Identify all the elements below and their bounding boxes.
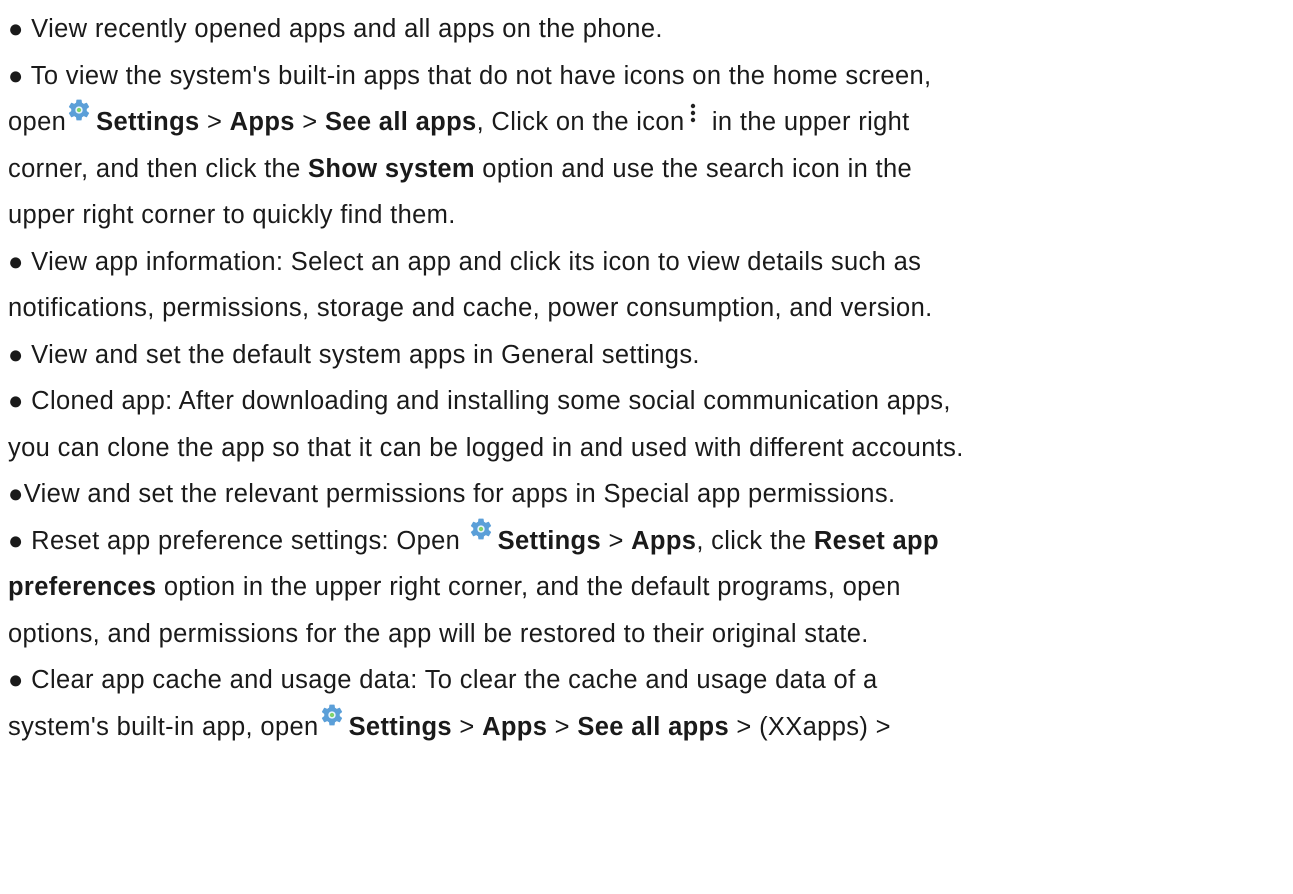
show-system-label: Show system (308, 154, 475, 183)
show-system-prefix: corner, and then click the (8, 154, 309, 183)
built-in-app-text: system's built-in app, open (8, 712, 319, 741)
settings-label: Settings (348, 712, 452, 741)
path-separator: > (451, 712, 483, 741)
settings-label: Settings (96, 108, 200, 136)
app-info-details-line: notifications, permissions, storage and … (8, 294, 933, 322)
bullet-app-info: ● View app information: Select an app an… (8, 247, 922, 276)
see-all-apps-label: See all apps (577, 712, 729, 741)
find-them-line: upper right corner to quickly find them. (8, 201, 456, 229)
settings-gear-icon (319, 702, 345, 728)
bullet-system-apps: ● To view the system's built-in apps tha… (8, 61, 932, 90)
reset-app-label: Reset app (813, 526, 939, 555)
system-apps-path-line: open Settings > Apps > See all apps, Clic… (8, 99, 1288, 146)
reset-restored-line: options, and permissions for the app wil… (8, 619, 869, 648)
apps-label: Apps (482, 712, 548, 741)
bullet-default-apps: ● View and set the default system apps i… (8, 340, 700, 369)
clear-cache-path-line: system's built-in app, open Settings > Ap… (8, 704, 1288, 751)
settings-gear-icon (468, 516, 494, 542)
preferences-label: preferences (8, 573, 157, 601)
cloned-app-details-line: you can clone the app so that it can be … (8, 433, 964, 462)
show-system-suffix: option and use the search icon in the (474, 154, 913, 183)
bullet-recent-apps: ● View recently opened apps and all apps… (8, 15, 663, 43)
apps-label: Apps (631, 526, 697, 555)
bullet-reset-preferences: ● Reset app preference settings: Open Se… (8, 518, 1288, 565)
bullet-cloned-app: ● Cloned app: After downloading and inst… (8, 387, 951, 415)
reset-preferences-line: preferences option in the upper right co… (8, 564, 1288, 611)
upper-right-text: in the upper right (704, 108, 910, 136)
reset-prefix: ● Reset app preference settings: Open (8, 526, 468, 555)
settings-gear-icon (66, 97, 92, 123)
settings-label: Settings (497, 526, 602, 555)
reset-details-text: option in the upper right corner, and th… (156, 573, 901, 601)
document-body: ● View recently opened apps and all apps… (8, 6, 1288, 750)
xxapps-text: > (XXapps) > (728, 712, 891, 741)
path-separator: > (199, 108, 230, 136)
bullet-special-permissions: ●View and set the relevant permissions f… (8, 480, 896, 508)
click-the-text: , click the (696, 526, 814, 555)
more-vert-icon (688, 101, 698, 125)
path-separator: > (547, 712, 578, 741)
apps-label: Apps (229, 108, 295, 136)
bullet-clear-cache: ● Clear app cache and usage data: To cle… (8, 666, 878, 694)
show-system-line: corner, and then click the Show system o… (8, 146, 1288, 193)
open-text: open (8, 108, 67, 136)
path-separator: > (294, 108, 325, 136)
see-all-apps-label: See all apps (324, 108, 477, 136)
path-separator: > (601, 526, 632, 555)
click-icon-text: , Click on the icon (476, 108, 685, 136)
